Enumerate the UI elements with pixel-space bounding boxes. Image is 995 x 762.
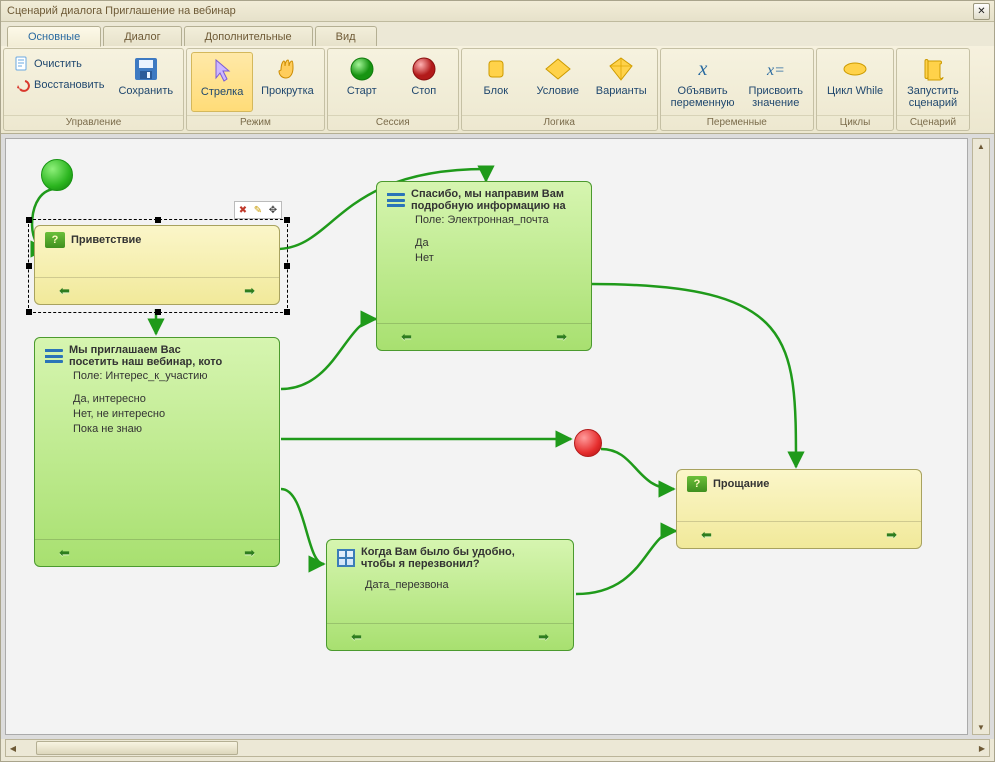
prev-arrow-icon[interactable]: ⬅	[351, 629, 362, 645]
horizontal-scrollbar[interactable]: ◀ ▶	[5, 739, 990, 757]
diamond-yellow-icon	[544, 55, 572, 83]
node-field: Поле: Интерес_к_участию	[35, 370, 279, 386]
node-title: Спасибо, мы направим Вам подробную инфор…	[411, 188, 566, 212]
run-scenario-button[interactable]: Запустить сценарий	[901, 52, 965, 112]
tab-view[interactable]: Вид	[315, 26, 377, 46]
group-logic: Блок Условие Варианты Логика	[461, 48, 658, 131]
group-variables: x Объявить переменную x= Присвоить значе…	[660, 48, 814, 131]
mini-delete-button[interactable]: ✖	[236, 203, 250, 217]
diamond-3d-icon	[607, 55, 635, 83]
list-icon	[45, 349, 63, 363]
arrow-button[interactable]: Стрелка	[191, 52, 253, 112]
page-clear-icon	[14, 56, 30, 72]
stop-node[interactable]	[574, 429, 602, 457]
scroll-down-icon[interactable]: ▼	[974, 720, 988, 734]
prev-arrow-icon[interactable]: ⬅	[59, 545, 70, 561]
tab-dialog[interactable]: Диалог	[103, 26, 181, 46]
node-body: Дата_перезвона	[327, 572, 573, 597]
undo-icon	[14, 77, 30, 93]
ribbon: Очистить Восстановить Сохранить	[1, 46, 994, 134]
variants-button[interactable]: Варианты	[590, 52, 653, 112]
next-arrow-icon[interactable]: ➡	[244, 545, 255, 561]
mini-move-button[interactable]: ✥	[266, 203, 280, 217]
condition-button[interactable]: Условие	[528, 52, 588, 112]
node-invite[interactable]: Мы приглашаем Вас посетить наш вебинар, …	[34, 337, 280, 567]
scroll-yellow-icon	[919, 55, 947, 83]
stop-button[interactable]: Стоп	[394, 52, 454, 112]
save-button[interactable]: Сохранить	[112, 52, 179, 112]
clear-button[interactable]: Очистить	[10, 54, 108, 74]
group-session: Старт Стоп Сессия	[327, 48, 459, 131]
workspace: ✖ ✎ ✥ Приветствие ⬅ ➡	[1, 134, 994, 739]
node-options: Да, интересно Нет, не интересно Пока не …	[35, 386, 279, 441]
vertical-scrollbar[interactable]: ▲ ▼	[972, 138, 990, 735]
group-scenario: Запустить сценарий Сценарий	[896, 48, 970, 131]
x-icon: x	[689, 55, 717, 83]
tab-main[interactable]: Основные	[7, 26, 101, 47]
mini-edit-button[interactable]: ✎	[251, 203, 265, 217]
next-arrow-icon[interactable]: ➡	[538, 629, 549, 645]
ribbon-tabs: Основные Диалог Дополнительные Вид	[1, 22, 994, 46]
node-title: Когда Вам было бы удобно, чтобы я перезв…	[361, 546, 515, 570]
disk-icon	[132, 55, 160, 83]
node-thanks[interactable]: Спасибо, мы направим Вам подробную инфор…	[376, 181, 592, 351]
prev-arrow-icon[interactable]: ⬅	[701, 527, 712, 543]
ball-green-icon	[348, 55, 376, 83]
book-icon	[45, 232, 65, 248]
next-arrow-icon[interactable]: ➡	[886, 527, 897, 543]
node-callback[interactable]: Когда Вам было бы удобно, чтобы я перезв…	[326, 539, 574, 651]
oval-yellow-icon	[841, 55, 869, 83]
scroll-button[interactable]: Прокрутка	[255, 52, 320, 112]
group-label: Управление	[4, 115, 183, 130]
assign-val-button[interactable]: x= Присвоить значение	[743, 52, 809, 112]
scroll-left-icon[interactable]: ◀	[6, 741, 20, 755]
restore-button[interactable]: Восстановить	[10, 75, 108, 95]
list-icon	[387, 193, 405, 207]
prev-arrow-icon[interactable]: ⬅	[401, 329, 412, 345]
svg-text:x=: x=	[766, 62, 785, 79]
tab-extra[interactable]: Дополнительные	[184, 26, 313, 46]
block-button[interactable]: Блок	[466, 52, 526, 112]
svg-text:x: x	[697, 58, 707, 80]
start-node[interactable]	[41, 159, 73, 191]
prev-arrow-icon[interactable]: ⬅	[59, 283, 70, 299]
declare-var-button[interactable]: x Объявить переменную	[665, 52, 741, 112]
close-button[interactable]: ✕	[973, 3, 990, 20]
cursor-icon	[208, 56, 236, 84]
grid-icon	[337, 549, 355, 567]
node-greeting[interactable]: Приветствие ⬅ ➡	[34, 225, 280, 305]
node-mini-toolbar: ✖ ✎ ✥	[234, 201, 282, 219]
window-title: Сценарий диалога Приглашение на вебинар	[5, 5, 973, 17]
group-loops: Цикл While Циклы	[816, 48, 894, 131]
group-management: Очистить Восстановить Сохранить	[3, 48, 184, 131]
book-icon	[687, 476, 707, 492]
node-options: Да Нет	[377, 230, 591, 270]
node-title: Мы приглашаем Вас посетить наш вебинар, …	[69, 344, 222, 368]
ball-red-icon	[410, 55, 438, 83]
next-arrow-icon[interactable]: ➡	[244, 283, 255, 299]
start-button[interactable]: Старт	[332, 52, 392, 112]
node-field: Поле: Электронная_почта	[377, 214, 591, 230]
scroll-up-icon[interactable]: ▲	[974, 139, 988, 153]
node-farewell[interactable]: Прощание ⬅ ➡	[676, 469, 922, 549]
app-window: Сценарий диалога Приглашение на вебинар …	[0, 0, 995, 762]
node-title: Приветствие	[71, 234, 141, 246]
canvas[interactable]: ✖ ✎ ✥ Приветствие ⬅ ➡	[5, 138, 968, 735]
next-arrow-icon[interactable]: ➡	[556, 329, 567, 345]
hand-icon	[273, 55, 301, 83]
scroll-thumb[interactable]	[36, 741, 238, 755]
while-button[interactable]: Цикл While	[821, 52, 889, 112]
node-title: Прощание	[713, 478, 769, 490]
title-bar: Сценарий диалога Приглашение на вебинар …	[1, 1, 994, 22]
scroll-right-icon[interactable]: ▶	[975, 741, 989, 755]
group-mode: Стрелка Прокрутка Режим	[186, 48, 325, 131]
x-equals-icon: x=	[762, 55, 790, 83]
rect-yellow-icon	[482, 55, 510, 83]
